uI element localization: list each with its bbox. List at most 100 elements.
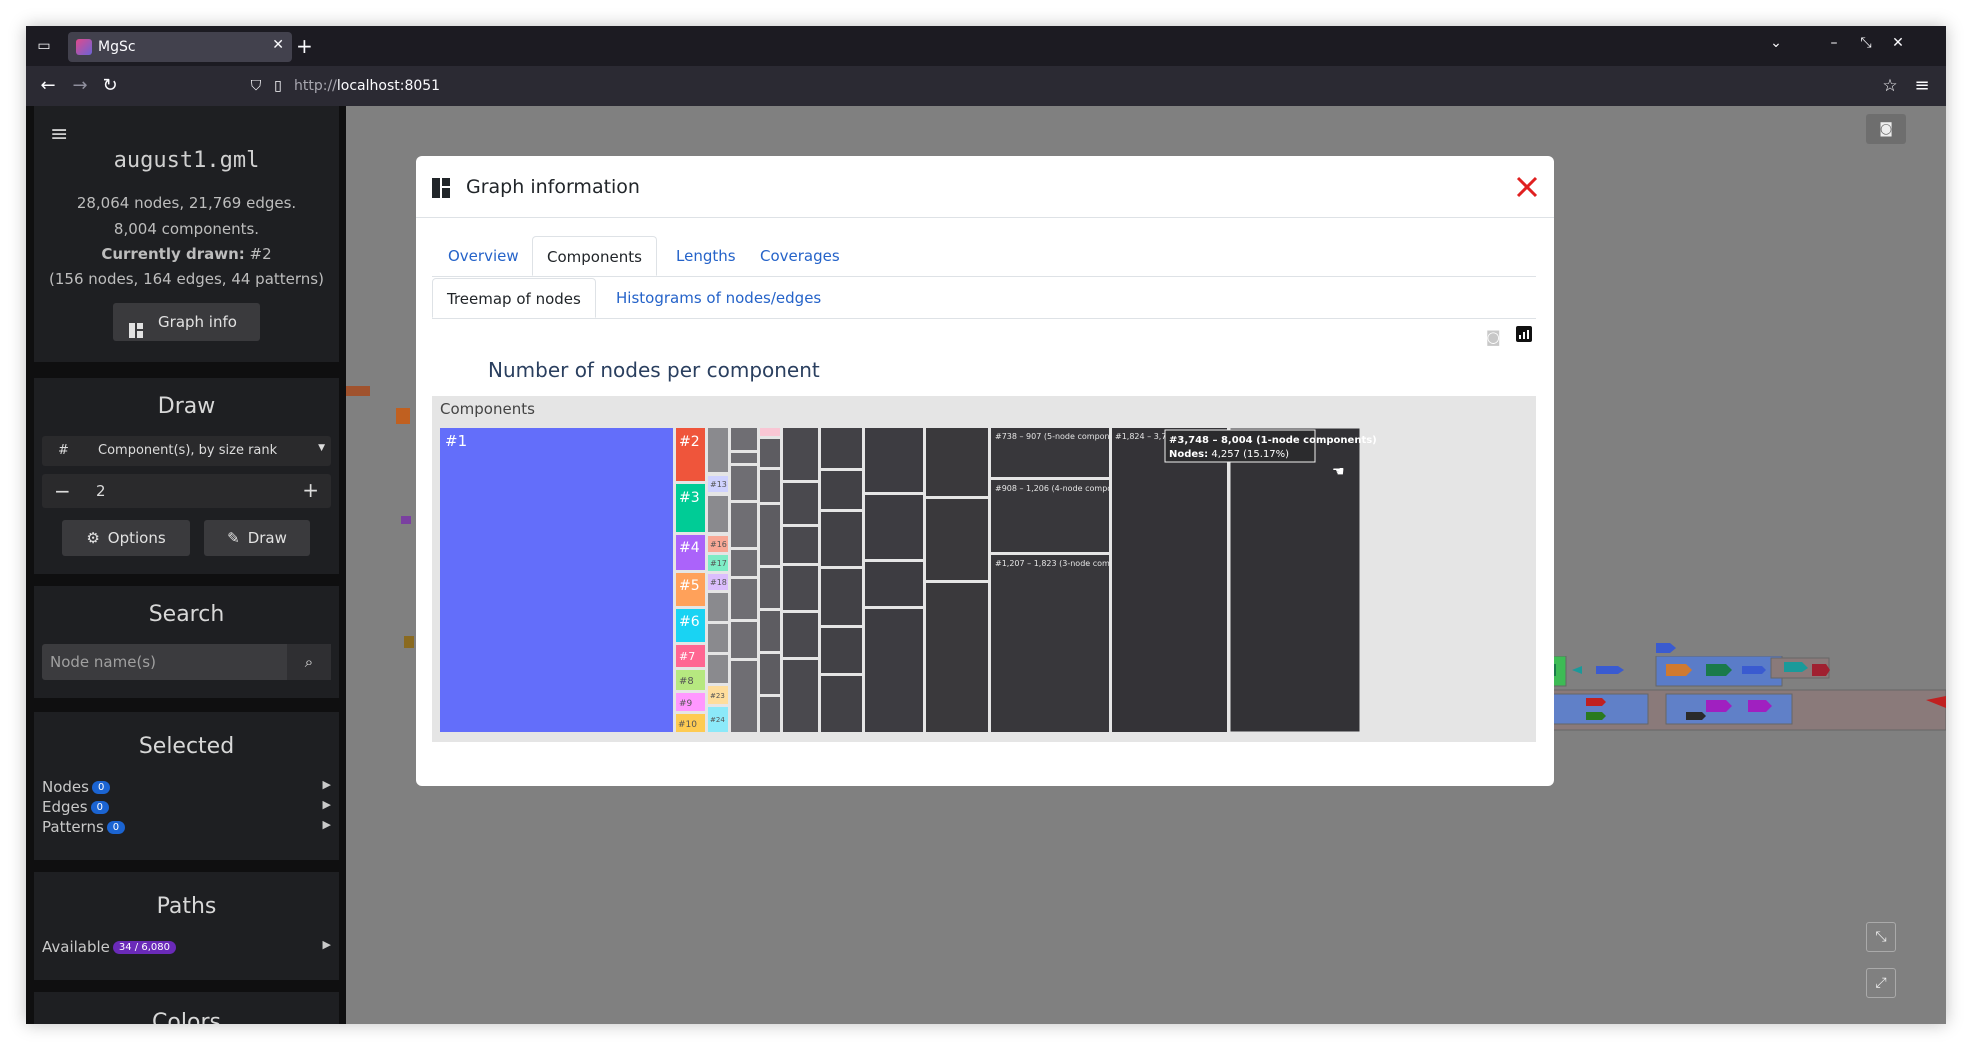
rank-stepper[interactable]: − 2 + — [42, 474, 331, 508]
close-window-icon[interactable]: ✕ — [1888, 35, 1908, 51]
search-input[interactable]: Node name(s) ⌕ — [42, 644, 331, 680]
tile-small — [821, 628, 862, 673]
minus-icon[interactable]: − — [54, 479, 71, 503]
reload-icon[interactable]: ↻ — [98, 74, 122, 98]
treemap-chart[interactable]: Components #1 #2 #3 #4 #5 #6 #7 #8 #9 #1… — [432, 396, 1536, 742]
url-host: localhost:8051 — [336, 78, 441, 94]
tile-small — [821, 512, 862, 566]
graph-info-button[interactable]: Graph info — [113, 303, 260, 341]
options-button[interactable]: ⚙ Options — [62, 520, 190, 556]
tile-label-8: #8 — [679, 676, 694, 687]
browser-tab[interactable]: MgSc ✕ — [68, 32, 292, 62]
draw-mode-select[interactable]: # Component(s), by size rank ▼ — [42, 436, 331, 466]
tile-small — [731, 466, 757, 500]
tab-components[interactable]: Components — [532, 236, 657, 276]
back-icon[interactable]: ← — [36, 74, 60, 98]
graph-info-modal: Graph information Overview Components Le… — [416, 156, 1554, 786]
close-icon[interactable] — [1512, 172, 1542, 202]
tile-small — [783, 428, 818, 480]
shield-icon[interactable]: ⛉ — [244, 74, 268, 98]
url-bar[interactable]: http://localhost:8051 — [294, 76, 440, 96]
stepper-value[interactable]: 2 — [96, 482, 106, 500]
search-icon[interactable]: ⌕ — [287, 644, 331, 680]
selected-nodes-label: Nodes — [42, 778, 89, 796]
selected-nodes-row[interactable]: Nodes 0 ▶ — [42, 778, 331, 798]
tile-small — [731, 453, 757, 463]
selected-patterns-row[interactable]: Patterns 0 ▶ — [42, 818, 331, 838]
tab-title: MgSc — [98, 39, 136, 55]
tile-small — [731, 428, 757, 450]
new-tab-icon[interactable]: + — [296, 34, 313, 58]
bookmark-star-icon[interactable]: ☆ — [1878, 74, 1902, 98]
tab-histograms[interactable]: Histograms of nodes/edges — [602, 278, 835, 318]
currently-drawn-label: Currently drawn: — [101, 245, 245, 263]
draw-button[interactable]: ✎ Draw — [204, 520, 310, 556]
svg-text:Nodes: 4,257 (15.17%): Nodes: 4,257 (15.17%) — [1169, 449, 1289, 460]
collapse-icon[interactable]: ⤡ — [1866, 922, 1896, 952]
tile-label-1: #1 — [445, 432, 467, 450]
layout-icon — [432, 178, 450, 198]
modal-title: Graph information — [466, 176, 640, 198]
expand-icon[interactable]: ⤢ — [1866, 968, 1896, 998]
minimize-icon[interactable]: – — [1824, 35, 1844, 51]
draw-label: Draw — [247, 529, 287, 547]
options-label: Options — [107, 529, 166, 547]
tab-lengths[interactable]: Lengths — [662, 236, 750, 276]
tile-label-6: #6 — [679, 614, 700, 630]
tile-small — [783, 527, 818, 563]
currently-drawn: Currently drawn: #2 — [34, 245, 339, 263]
selected-edges-row[interactable]: Edges 0 ▶ — [42, 798, 331, 818]
plus-icon[interactable]: + — [302, 478, 319, 502]
tile-small — [783, 483, 818, 524]
paths-card: Paths Available 34 / 6,080 ▶ — [34, 872, 339, 980]
plotly-logo-icon[interactable] — [1516, 326, 1532, 342]
tile-small — [760, 505, 780, 565]
caret-right-icon: ▶ — [322, 798, 331, 811]
hand-cursor-icon: ☚ — [1332, 464, 1345, 480]
navigation-bar: ← → ↻ ⛉ ▯ http://localhost:8051 ☆ ≡ — [26, 66, 1946, 106]
tile-small — [760, 697, 780, 732]
tile-label-13: #13 — [710, 480, 727, 489]
tile-small — [731, 661, 757, 732]
camera-icon[interactable]: ◙ — [1486, 328, 1501, 346]
graph-node — [404, 636, 414, 648]
tile-label-9: #9 — [679, 699, 693, 709]
tile-small — [731, 503, 757, 547]
tile-small — [760, 428, 780, 436]
graph-node — [344, 386, 370, 396]
search-placeholder: Node name(s) — [50, 653, 156, 671]
tab-coverages[interactable]: Coverages — [746, 236, 854, 276]
tile-label-7: #7 — [679, 650, 695, 663]
search-card: Search Node name(s) ⌕ — [34, 586, 339, 698]
file-card: ≡ august1.gml 28,064 nodes, 21,769 edges… — [34, 106, 339, 362]
tile-small — [760, 654, 780, 694]
close-tab-icon[interactable]: ✕ — [272, 37, 284, 53]
file-name: august1.gml — [113, 148, 260, 173]
stats-components: 8,004 components. — [113, 220, 260, 238]
treemap-svg[interactable]: #1 #2 #3 #4 #5 #6 #7 #8 #9 #10 #13 #16 #… — [432, 396, 1536, 742]
stats-nodes-edges: 28,064 nodes, 21,769 edges. — [76, 194, 297, 212]
paths-available-row[interactable]: Available 34 / 6,080 ▶ — [42, 938, 331, 958]
caret-right-icon: ▶ — [322, 818, 331, 831]
tile-small — [708, 428, 728, 472]
tile-label-2: #2 — [679, 434, 700, 450]
tile-small — [865, 609, 923, 732]
tile-small — [926, 499, 988, 580]
page-icon[interactable]: ▯ — [266, 74, 290, 98]
tile-small — [865, 562, 923, 606]
tile-small — [783, 613, 818, 657]
tab-overview[interactable]: Overview — [434, 236, 533, 276]
menu-icon[interactable]: ≡ — [1910, 74, 1934, 98]
restore-icon[interactable]: ⤡ — [1856, 35, 1876, 51]
tab-bar: ▭ MgSc ✕ + ⌄ – ⤡ ✕ — [26, 26, 1946, 66]
hamburger-menu-icon[interactable]: ≡ — [50, 122, 68, 147]
tab-overflow-icon[interactable]: ⌄ — [1766, 35, 1786, 51]
tab-treemap[interactable]: Treemap of nodes — [432, 278, 596, 318]
tile-small — [708, 593, 728, 621]
tile-small — [760, 439, 780, 467]
tab-list-icon[interactable]: ▭ — [34, 36, 54, 56]
sidebar: ≡ august1.gml 28,064 nodes, 21,769 edges… — [26, 106, 346, 1024]
forward-icon[interactable]: → — [68, 74, 92, 98]
selected-edges-label: Edges — [42, 798, 88, 816]
camera-icon[interactable]: ◙ — [1866, 114, 1906, 144]
